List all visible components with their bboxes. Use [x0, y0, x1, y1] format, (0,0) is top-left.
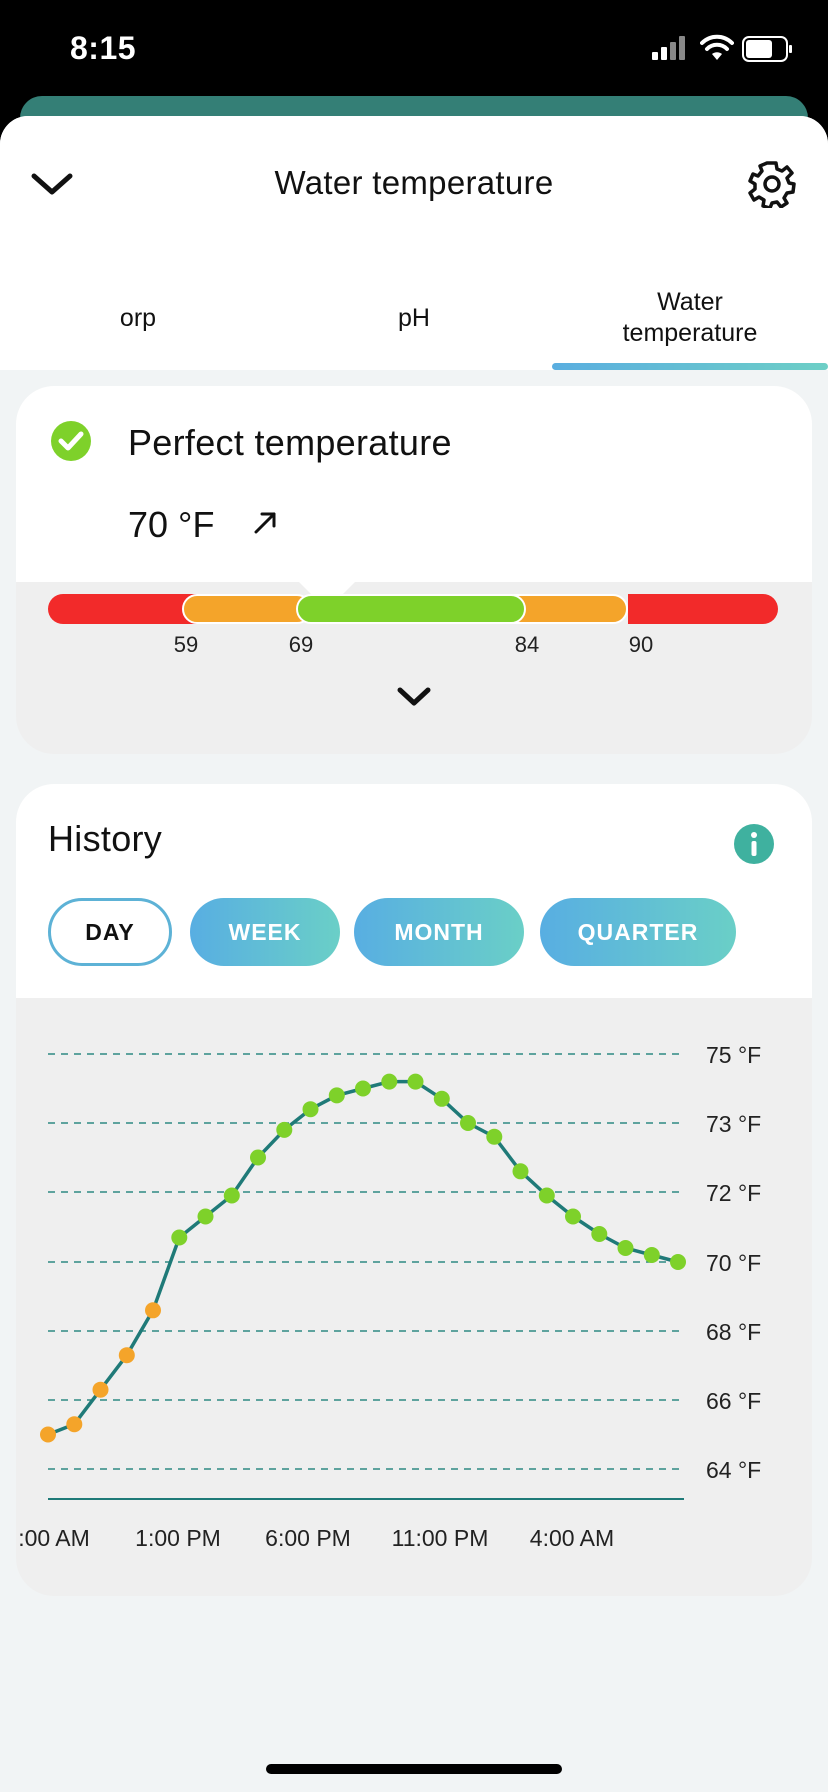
x-tick-label: :00 AM: [18, 1525, 90, 1551]
data-point: [223, 1187, 240, 1204]
data-point: [407, 1073, 424, 1090]
data-point: [118, 1347, 135, 1364]
period-month-button[interactable]: MONTH: [354, 898, 524, 966]
series-line: [47, 1079, 679, 1437]
data-point: [250, 1149, 266, 1166]
gear-icon[interactable]: [748, 160, 796, 208]
y-tick-label: 70 °F: [706, 1250, 761, 1276]
status-label: Perfect temperature: [128, 422, 452, 463]
check-circle-icon: [51, 421, 91, 461]
x-tick-label: 1:00 PM: [135, 1525, 221, 1551]
y-tick-label: 64 °F: [706, 1457, 761, 1483]
range-low-warning: [182, 594, 312, 624]
sensor-tabs: orp pH Water temperature: [0, 266, 828, 370]
range-tick: 84: [514, 632, 540, 657]
range-tick: 59: [173, 632, 199, 657]
chart-canvas: 75 °F 73 °F 72 °F 70 °F 68 °F 66 °F 64 °F :00 A…: [18, 1042, 761, 1551]
header: Water temperature orp pH Water temperatu…: [0, 116, 828, 370]
data-point: [643, 1247, 660, 1263]
status-summary: Perfect temperature 70 °F: [16, 386, 812, 582]
range-tick: 69: [288, 632, 314, 657]
y-tick-label: 75 °F: [706, 1042, 761, 1068]
battery-icon: [742, 36, 792, 62]
period-quarter-button[interactable]: QUARTER: [540, 898, 736, 966]
tab-water-temperature[interactable]: Water temperature: [552, 266, 828, 370]
range-ideal: [296, 594, 526, 624]
status-card: Perfect temperature 70 °F 59 69 84 90: [16, 386, 812, 754]
x-tick-label: 6:00 PM: [265, 1525, 351, 1551]
history-title: History: [48, 818, 163, 859]
data-point: [670, 1254, 686, 1270]
data-point: [197, 1208, 214, 1225]
data-point: [328, 1087, 345, 1104]
history-card: History DAY WEEK MONTH QUARTER 75 °F 73 °…: [16, 784, 812, 1596]
data-point: [145, 1302, 161, 1319]
data-point: [538, 1187, 555, 1204]
data-point: [565, 1208, 581, 1225]
data-point: [512, 1163, 529, 1180]
data-point: [591, 1226, 608, 1242]
active-tab-indicator: [552, 363, 828, 370]
data-point: [486, 1128, 503, 1145]
status-time: 8:15: [70, 30, 137, 66]
range-tick: 90: [628, 632, 654, 657]
info-icon[interactable]: [734, 824, 774, 864]
y-tick-label: 68 °F: [706, 1319, 761, 1345]
data-point: [381, 1073, 398, 1090]
page-title: Water temperature: [274, 164, 554, 201]
signal-icon: [652, 36, 685, 60]
data-point: [66, 1416, 83, 1433]
x-tick-label: 4:00 AM: [530, 1525, 614, 1551]
range-bar: [48, 594, 778, 624]
data-point: [433, 1090, 450, 1107]
y-tick-label: 73 °F: [706, 1111, 761, 1137]
temperature-value: 70 °F: [128, 504, 215, 545]
sensor-sheet: Water temperature orp pH Water temperatu…: [0, 116, 828, 1792]
data-point: [460, 1115, 476, 1131]
y-tick-label: 66 °F: [706, 1388, 761, 1414]
data-point: [171, 1229, 188, 1246]
data-point: [617, 1240, 634, 1256]
period-week-button[interactable]: WEEK: [190, 898, 340, 966]
arrow-up-right-icon: [254, 512, 276, 534]
history-header: History DAY WEEK MONTH QUARTER: [16, 784, 812, 998]
temperature-chart: 75 °F 73 °F 72 °F 70 °F 68 °F 66 °F 64 °F :00 A…: [16, 998, 812, 1596]
data-point: [92, 1381, 109, 1398]
data-point: [355, 1080, 371, 1097]
wifi-icon: [700, 34, 734, 60]
home-indicator: [266, 1764, 562, 1774]
tab-ph[interactable]: pH: [276, 266, 552, 370]
period-day-button[interactable]: DAY: [48, 898, 172, 966]
data-point: [40, 1426, 56, 1443]
status-bar: 8:15: [0, 0, 828, 96]
data-point: [302, 1101, 319, 1118]
range-high-critical: [628, 594, 778, 624]
tab-orp[interactable]: orp: [0, 266, 276, 370]
y-tick-label: 72 °F: [706, 1180, 761, 1206]
data-point: [276, 1121, 293, 1138]
chevron-down-icon[interactable]: [394, 682, 434, 712]
x-tick-label: 11:00 PM: [392, 1525, 489, 1551]
